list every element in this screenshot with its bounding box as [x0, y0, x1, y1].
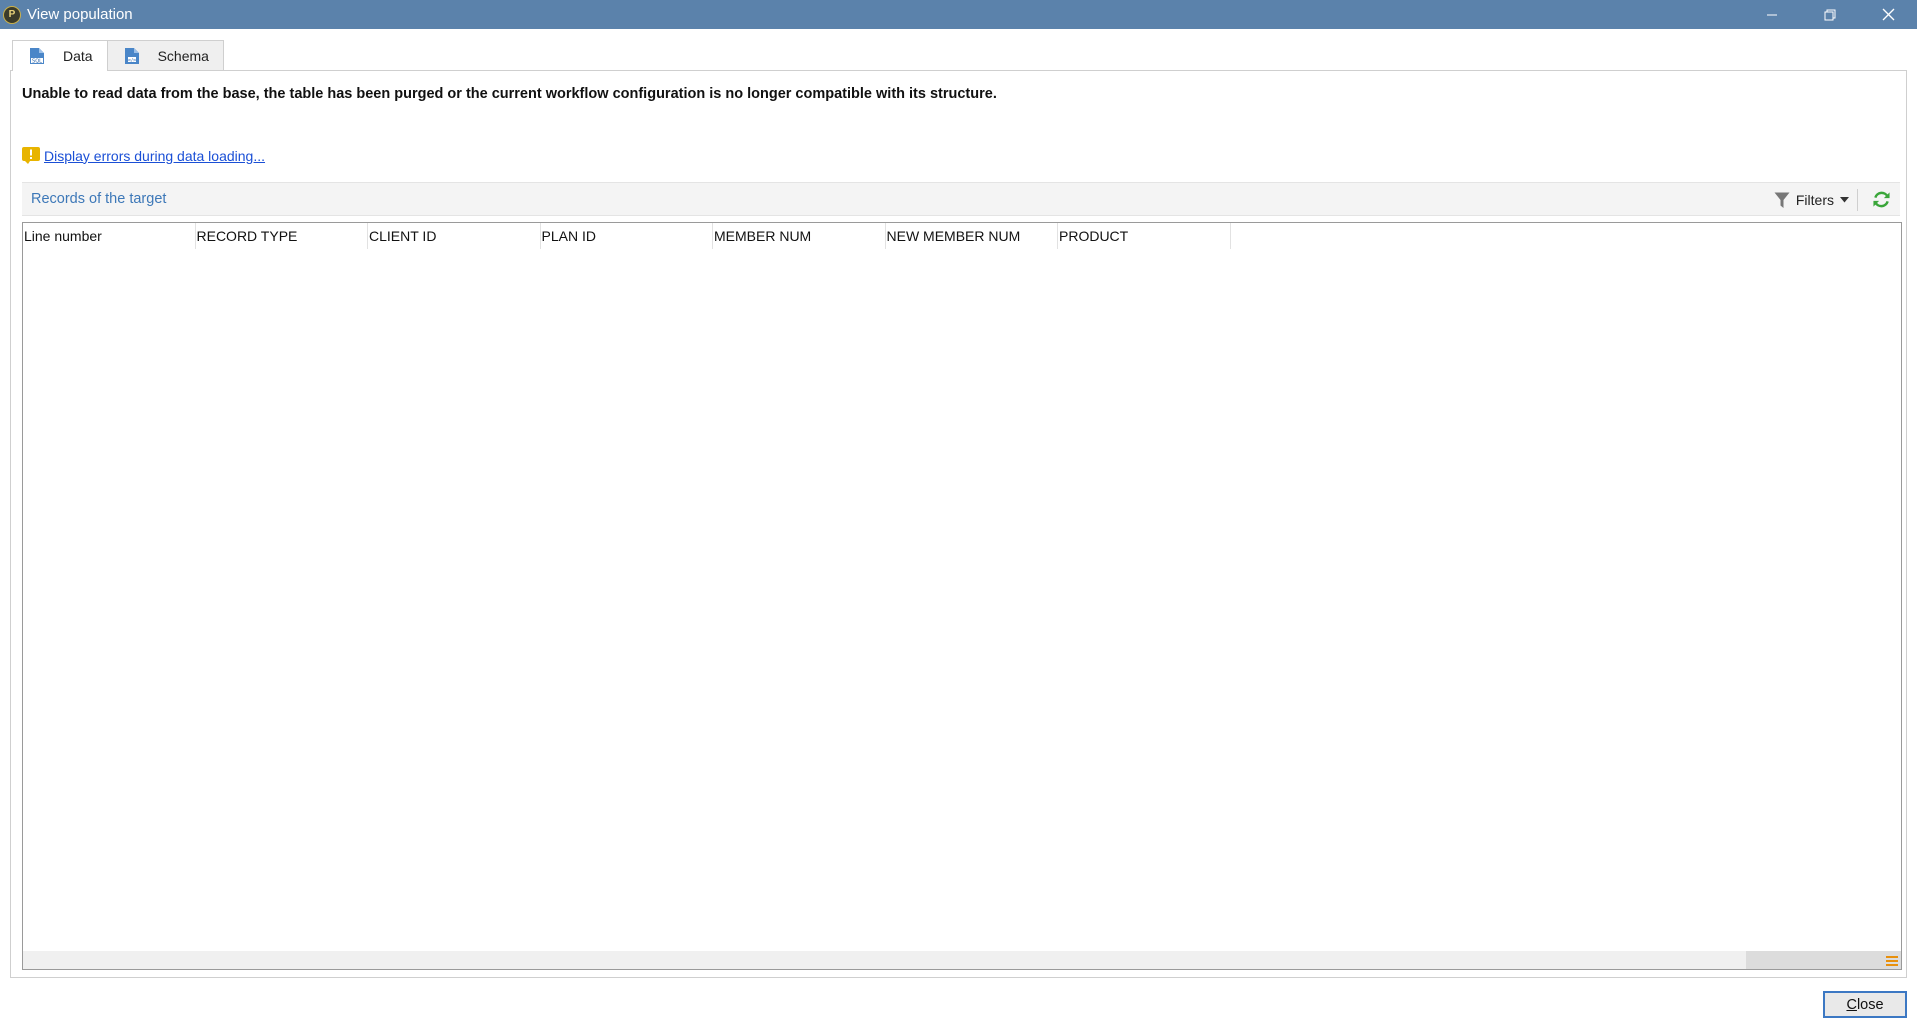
display-errors-link[interactable]: Display errors during data loading... — [44, 148, 265, 164]
minimize-button[interactable] — [1743, 0, 1801, 29]
column-header-plan-id[interactable]: PLAN ID — [541, 223, 713, 249]
close-button-mnemonic: C — [1846, 996, 1857, 1013]
error-message: Unable to read data from the base, the t… — [22, 86, 997, 102]
tab-strip: SQL Data </> Schema — [12, 40, 224, 71]
scrollbar-thumb[interactable] — [1746, 951, 1901, 969]
column-header-new-member-num[interactable]: NEW MEMBER NUM — [886, 223, 1058, 249]
column-header-line-number[interactable]: Line number — [23, 223, 196, 249]
close-window-button[interactable] — [1859, 0, 1917, 29]
window-controls — [1743, 0, 1917, 29]
tab-data-label: Data — [63, 48, 93, 64]
tab-schema[interactable]: </> Schema — [106, 40, 224, 70]
restore-icon — [1824, 9, 1836, 20]
column-settings-button[interactable] — [1886, 955, 1898, 967]
close-button[interactable]: Close — [1823, 991, 1907, 1018]
tab-schema-label: Schema — [157, 47, 209, 64]
records-grid[interactable]: Line number RECORD TYPE CLIENT ID PLAN I… — [22, 222, 1902, 970]
minimize-icon — [1767, 14, 1777, 15]
restore-button[interactable] — [1801, 0, 1859, 29]
column-header-client-id[interactable]: CLIENT ID — [368, 223, 541, 249]
column-header-product[interactable]: PRODUCT — [1058, 223, 1231, 249]
filters-dropdown[interactable]: Filters — [1774, 189, 1858, 211]
grid-header: Line number RECORD TYPE CLIENT ID PLAN I… — [23, 223, 1231, 249]
records-title: Records of the target — [31, 191, 167, 207]
horizontal-scrollbar[interactable] — [23, 951, 1901, 969]
errors-link-row: Display errors during data loading... — [22, 147, 265, 164]
list-menu-icon — [1886, 956, 1898, 966]
records-toolbar: Records of the target Filters — [22, 182, 1900, 216]
tab-data[interactable]: SQL Data — [12, 40, 108, 71]
window-title: View population — [27, 6, 133, 23]
sql-file-icon: SQL — [29, 47, 45, 65]
column-header-member-num[interactable]: MEMBER NUM — [713, 223, 886, 249]
close-button-label: lose — [1856, 996, 1884, 1013]
app-logo-icon: P — [3, 5, 21, 24]
filter-funnel-icon — [1774, 192, 1790, 208]
title-bar: P View population — [0, 0, 1917, 29]
filters-label: Filters — [1795, 192, 1834, 208]
chevron-down-icon — [1840, 197, 1849, 203]
column-header-record-type[interactable]: RECORD TYPE — [196, 223, 368, 249]
warning-icon — [22, 147, 40, 164]
refresh-button[interactable] — [1872, 190, 1891, 209]
schema-file-icon: </> — [124, 47, 140, 65]
refresh-icon — [1873, 191, 1890, 208]
close-icon — [1882, 8, 1894, 21]
svg-text:</>: </> — [127, 57, 136, 63]
svg-text:SQL: SQL — [32, 59, 42, 65]
